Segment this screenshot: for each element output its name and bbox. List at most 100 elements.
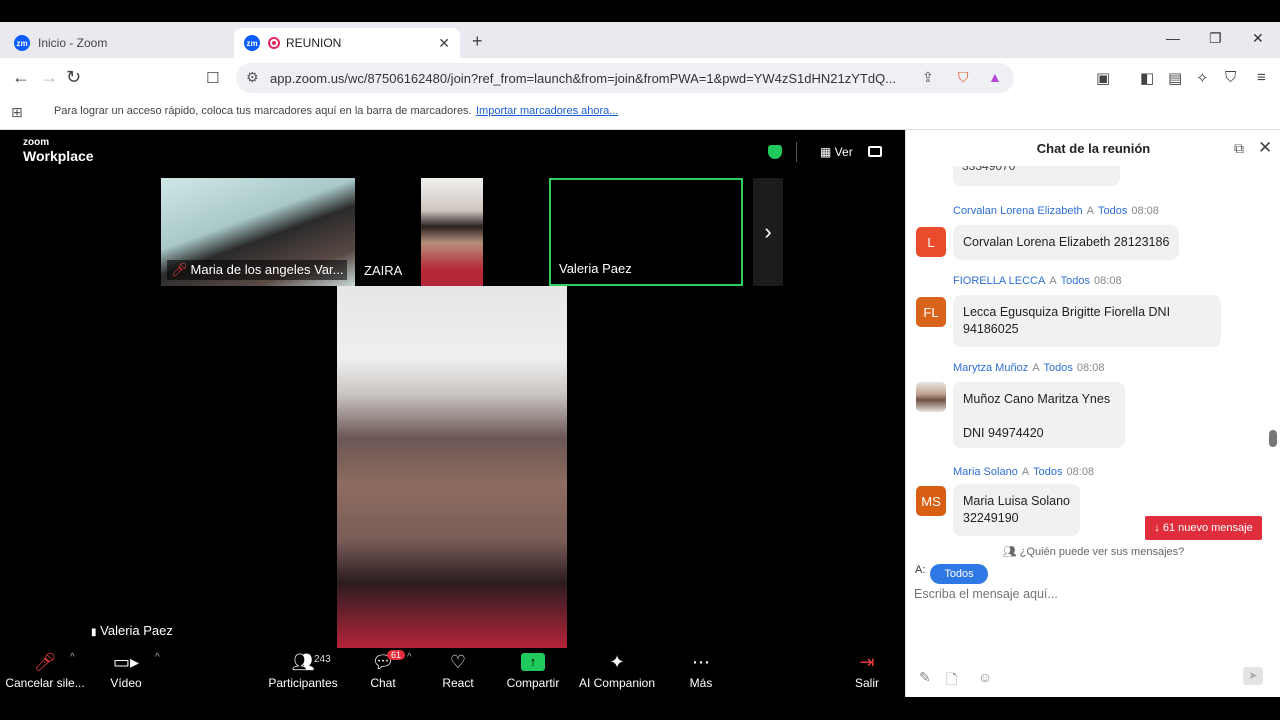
chat-bubble: Lecca Egusquiza Brigitte Fiorella DNI 94…	[953, 295, 1221, 347]
new-messages-button[interactable]: ↓ 61 nuevo mensaje	[1145, 516, 1262, 540]
sender-name[interactable]: Marytza Muñoz	[953, 362, 1028, 374]
muted-mic-icon: 🎤︎	[33, 652, 57, 672]
ai-companion-button[interactable]: ✦ AI Companion	[572, 648, 662, 690]
sparkle-icon: ✦	[609, 652, 625, 672]
view-button[interactable]: ▦ Ver	[820, 145, 853, 159]
more-dots-icon: ⋯	[692, 652, 710, 672]
meeting-stage: zoom Workplace ▦ Ver 🎤︎ Maria de los ange…	[0, 130, 905, 697]
menu-icon[interactable]: ≡	[1257, 69, 1266, 86]
zoom-logo-small: zoom	[23, 137, 50, 148]
avatar: L	[916, 227, 946, 257]
pop-out-icon[interactable]: ⧉	[1234, 140, 1244, 157]
chat-title: Chat de la reunión	[1036, 141, 1151, 156]
site-settings-icon[interactable]: ⚙	[246, 69, 259, 86]
participant-thumbnail[interactable]: ZAIRA	[358, 178, 546, 286]
chevron-up-icon[interactable]: ^	[70, 652, 75, 663]
tab-inicio-zoom[interactable]: zm Inicio - Zoom	[4, 28, 230, 58]
reader-icon[interactable]: ▣	[1096, 69, 1110, 87]
participant-thumbnail[interactable]: 🎤︎ Maria de los angeles Var...	[161, 178, 355, 286]
message-meta: Marytza Muñoz A Todos 08:08	[953, 362, 1105, 374]
zoom-icon: zm	[14, 35, 30, 51]
mic-button[interactable]: 🎤︎ Cancelar sile...	[0, 648, 90, 690]
participants-count: 243	[314, 654, 331, 665]
close-tab-icon[interactable]: ✕	[438, 35, 450, 52]
avatar: FL	[916, 297, 946, 327]
vpn-icon[interactable]: ⛉	[1225, 69, 1236, 86]
participant-name: 🎤︎ Maria de los angeles Var...	[167, 260, 348, 280]
leo-icon[interactable]: ✧	[1196, 69, 1209, 87]
restore-button[interactable]: ❐	[1209, 30, 1222, 47]
participants-button[interactable]: 👥︎ Participantes	[258, 648, 348, 690]
chat-panel: Chat de la reunión ⧉ ✕ 33349070 Corvalan…	[905, 130, 1280, 697]
sender-name[interactable]: Maria Solano	[953, 466, 1018, 478]
brave-shield-icon[interactable]: ⛉	[958, 69, 969, 86]
leave-button[interactable]: ⇥ Salir	[822, 648, 912, 690]
chat-bubble: Corvalan Lorena Elizabeth 28123186	[953, 225, 1180, 260]
bottom-black-bar	[0, 697, 1280, 720]
top-black-bar	[0, 0, 1280, 22]
chat-scrollbar[interactable]	[1269, 430, 1277, 447]
zoom-logo-workplace: Workplace	[23, 148, 94, 164]
next-page-button[interactable]: ›	[753, 178, 783, 286]
forward-button[interactable]: →	[40, 67, 58, 88]
file-icon[interactable]: 🗋︎	[946, 669, 957, 693]
chevron-right-icon: ›	[764, 219, 772, 244]
avatar	[916, 382, 946, 412]
chevron-up-icon[interactable]: ^	[155, 652, 160, 663]
url-text: app.zoom.us/wc/87506162480/join?ref_from…	[270, 71, 897, 86]
chat-unread-badge: 61	[387, 650, 406, 660]
share-icon[interactable]: ⇪	[922, 69, 934, 86]
recipient-select[interactable]: Todos	[930, 564, 988, 584]
minimize-button[interactable]: —	[1166, 30, 1180, 46]
back-button[interactable]: ←	[12, 67, 30, 88]
brave-rewards-icon[interactable]: ▲	[988, 69, 1002, 85]
people-icon: 👥︎	[1002, 546, 1017, 558]
active-speaker-video	[337, 286, 567, 648]
message-meta: Maria Solano A Todos 08:08	[953, 466, 1095, 478]
message-meta: FIORELLA LECCA A Todos 08:08	[953, 275, 1122, 287]
message-meta: Corvalan Lorena Elizabeth A Todos 08:08	[953, 205, 1159, 217]
sidebar-icon[interactable]: ◧	[1140, 69, 1154, 87]
import-bookmarks-link[interactable]: Importar marcadores ahora...	[476, 105, 618, 117]
chevron-up-icon[interactable]: ^	[407, 652, 412, 663]
send-button[interactable]: ➤	[1243, 667, 1263, 685]
sender-name[interactable]: FIORELLA LECCA	[953, 275, 1045, 287]
bookmarks-hint: Para lograr un acceso rápido, coloca tus…	[54, 105, 472, 117]
muted-mic-icon: 🎤︎	[171, 262, 188, 277]
zoom-icon: zm	[244, 35, 260, 51]
picture-in-picture-icon[interactable]	[868, 146, 882, 157]
url-field[interactable]: ⚙ app.zoom.us/wc/87506162480/join?ref_fr…	[236, 63, 1014, 93]
share-button[interactable]: ↑ Compartir	[488, 648, 578, 690]
share-screen-icon: ↑	[521, 653, 545, 671]
chat-message-input[interactable]	[914, 587, 1269, 657]
leave-icon: ⇥	[859, 652, 875, 672]
format-icon[interactable]: ✎	[919, 669, 931, 686]
encryption-shield-icon[interactable]	[768, 145, 782, 159]
participant-name: ZAIRA	[364, 263, 403, 278]
view-label: Ver	[834, 145, 853, 159]
chat-bubble: Muñoz Cano Maritza Ynes DNI 94974420	[953, 382, 1125, 448]
browser-tab-strip: zm Inicio - Zoom zm REUNION ✕ + — ❐ ✕	[0, 22, 1280, 58]
who-can-see-link[interactable]: 👥︎ ¿Quién puede ver sus mensajes?	[906, 545, 1280, 558]
participant-video	[421, 178, 483, 286]
chat-bubble-partial: 33349070	[953, 166, 1120, 186]
reload-button[interactable]: ↻	[66, 67, 81, 88]
close-chat-icon[interactable]: ✕	[1258, 138, 1272, 158]
new-tab-button[interactable]: +	[472, 31, 483, 52]
to-label: A:	[915, 564, 926, 576]
tab-reunion[interactable]: zm REUNION ✕	[234, 28, 460, 58]
bookmarks-bar: ⊞ Para lograr un acceso rápido, coloca t…	[0, 98, 1280, 130]
divider	[796, 142, 797, 162]
participant-thumbnail-active[interactable]: Valeria Paez	[549, 178, 743, 286]
wallet-icon[interactable]: ▤	[1168, 69, 1182, 87]
tab-label: REUNION	[286, 36, 342, 50]
signal-icon: ▮	[91, 627, 97, 638]
apps-grid-icon[interactable]: ⊞	[11, 104, 23, 121]
chat-bubble: Maria Luisa Solano 32249190	[953, 484, 1081, 536]
bookmark-icon[interactable]: ☐	[206, 69, 219, 87]
close-window-button[interactable]: ✕	[1252, 30, 1264, 47]
more-button[interactable]: ⋯ Más	[656, 648, 746, 690]
emoji-icon[interactable]: ☺	[978, 669, 992, 685]
avatar: MS	[916, 486, 946, 516]
sender-name[interactable]: Corvalan Lorena Elizabeth	[953, 205, 1083, 217]
